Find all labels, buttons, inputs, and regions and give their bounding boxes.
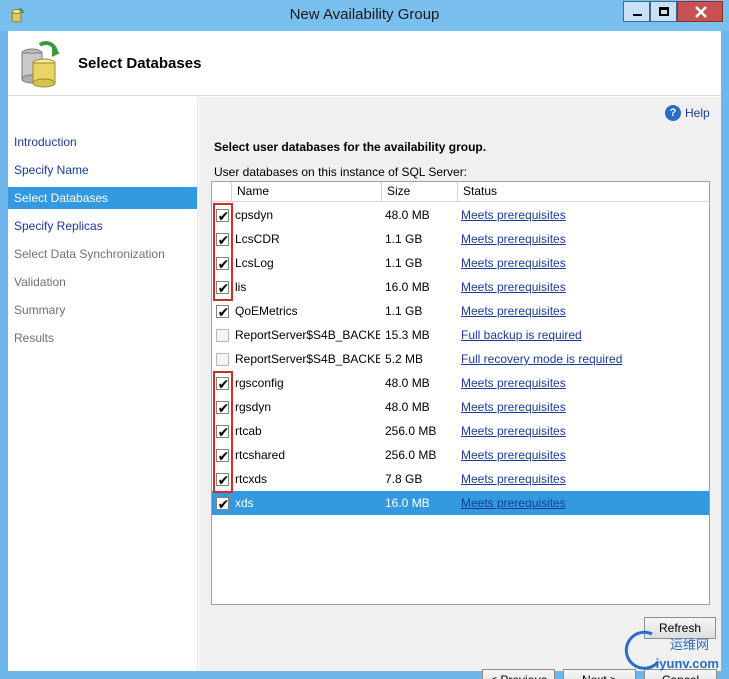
checkmark-icon: ✔ bbox=[217, 496, 230, 512]
database-size: 48.0 MB bbox=[385, 208, 430, 222]
status-link[interactable]: Meets prerequisites bbox=[461, 275, 566, 299]
database-name: rgsconfig bbox=[235, 376, 284, 390]
status-link[interactable]: Meets prerequisites bbox=[461, 227, 566, 251]
maximize-icon bbox=[659, 7, 669, 16]
table-row[interactable]: ReportServer$S4B_BACKE... 5.2 MB Full reco… bbox=[212, 347, 709, 371]
status-link[interactable]: Meets prerequisites bbox=[461, 299, 566, 323]
row-checkbox[interactable]: ✔ bbox=[216, 304, 229, 320]
page-title: Select Databases bbox=[78, 55, 202, 72]
watermark-text-cn: 运维网 bbox=[669, 637, 709, 652]
database-name: ReportServer$S4B_BACKE... bbox=[235, 352, 380, 366]
database-list-caption: User databases on this instance of SQL S… bbox=[214, 165, 468, 179]
wizard-main-panel: ? Help Select user databases for the ava… bbox=[199, 97, 721, 679]
column-header-name[interactable]: Name bbox=[232, 182, 382, 201]
nav-item-specify-replicas[interactable]: Specify Replicas bbox=[8, 215, 197, 237]
nav-item-results: Results bbox=[14, 331, 55, 345]
database-size: 7.8 GB bbox=[385, 472, 423, 486]
nav-item-validation: Validation bbox=[14, 275, 66, 289]
database-name: lis bbox=[235, 280, 247, 294]
table-row[interactable]: ✔ QoEMetrics 1.1 GB Meets prerequisites bbox=[212, 299, 709, 323]
table-row[interactable]: ✔ lis 16.0 MB Meets prerequisites bbox=[212, 275, 709, 299]
close-button[interactable] bbox=[677, 1, 723, 22]
table-row[interactable]: ✔ rgsconfig 48.0 MB Meets prerequisites bbox=[212, 371, 709, 395]
close-icon bbox=[695, 6, 707, 18]
grid-header: Name Size Status bbox=[212, 182, 709, 202]
database-name: rtcxds bbox=[235, 472, 268, 486]
database-size: 16.0 MB bbox=[385, 496, 430, 510]
minimize-button[interactable] bbox=[623, 1, 650, 22]
checkmark-icon: ✔ bbox=[217, 304, 230, 320]
title-bar[interactable]: New Availability Group bbox=[0, 0, 729, 31]
row-checkbox[interactable] bbox=[216, 353, 229, 366]
wizard-client-area: Select Databases Introduction Specify Na… bbox=[8, 31, 721, 679]
minimize-icon bbox=[633, 14, 642, 16]
status-link[interactable]: Meets prerequisites bbox=[461, 203, 566, 227]
database-grid[interactable]: Name Size Status ✔ cpsdyn 48.0 MB Meets pre… bbox=[211, 181, 710, 605]
highlight-box-bottom bbox=[213, 371, 233, 493]
maximize-button[interactable] bbox=[650, 1, 677, 22]
column-header-size[interactable]: Size bbox=[382, 182, 458, 201]
column-header-check[interactable] bbox=[212, 182, 232, 201]
database-name: LcsCDR bbox=[235, 232, 280, 246]
database-name: rtcab bbox=[235, 424, 262, 438]
database-name: xds bbox=[235, 496, 254, 510]
database-name: rgsdyn bbox=[235, 400, 272, 414]
nav-item-summary: Summary bbox=[14, 303, 66, 317]
help-label: Help bbox=[685, 106, 710, 120]
table-row[interactable]: ✔ rtcxds 7.8 GB Meets prerequisites bbox=[212, 467, 709, 491]
database-name: rtcshared bbox=[235, 448, 286, 462]
database-name: QoEMetrics bbox=[235, 304, 298, 318]
nav-item-specify-name[interactable]: Specify Name bbox=[8, 159, 197, 181]
database-size: 256.0 MB bbox=[385, 448, 437, 462]
database-name: cpsdyn bbox=[235, 208, 274, 222]
database-size: 256.0 MB bbox=[385, 424, 437, 438]
database-icon bbox=[21, 41, 60, 88]
database-name: LcsLog bbox=[235, 256, 274, 270]
database-size: 16.0 MB bbox=[385, 280, 430, 294]
window-title: New Availability Group bbox=[289, 6, 440, 23]
row-checkbox[interactable]: ✔ bbox=[216, 496, 229, 512]
database-size: 48.0 MB bbox=[385, 400, 430, 414]
instruction-text: Select user databases for the availabili… bbox=[214, 140, 487, 154]
database-name: ReportServer$S4B_BACKE... bbox=[235, 328, 380, 342]
row-checkbox[interactable] bbox=[216, 329, 229, 342]
watermark-logo: 运维网 iyunv.com bbox=[622, 628, 729, 676]
database-size: 1.1 GB bbox=[385, 304, 423, 318]
nav-item-introduction[interactable]: Introduction bbox=[8, 131, 197, 153]
table-row[interactable]: ReportServer$S4B_BACKE... 15.3 MB Full bac… bbox=[212, 323, 709, 347]
status-link[interactable]: Full recovery mode is required bbox=[461, 347, 622, 371]
table-row[interactable]: ✔ xds 16.0 MB Meets prerequisites bbox=[212, 491, 709, 515]
wizard-nav: Introduction Specify Name Select Databas… bbox=[8, 97, 198, 671]
table-row[interactable]: ✔ rtcshared 256.0 MB Meets prerequisites bbox=[212, 443, 709, 467]
help-icon: ? bbox=[665, 105, 681, 121]
status-link[interactable]: Meets prerequisites bbox=[461, 395, 566, 419]
watermark-text: iyunv.com bbox=[655, 656, 719, 671]
table-row[interactable]: ✔ LcsCDR 1.1 GB Meets prerequisites bbox=[212, 227, 709, 251]
status-link[interactable]: Full backup is required bbox=[461, 323, 582, 347]
status-link[interactable]: Meets prerequisites bbox=[461, 371, 566, 395]
wizard-header: Select Databases bbox=[8, 31, 721, 96]
nav-item-select-data-synchronization: Select Data Synchronization bbox=[14, 247, 165, 261]
wizard-window: New Availability Group Select Databases … bbox=[0, 0, 729, 679]
database-size: 48.0 MB bbox=[385, 376, 430, 390]
database-size: 15.3 MB bbox=[385, 328, 430, 342]
nav-item-select-databases[interactable]: Select Databases bbox=[8, 187, 197, 209]
column-header-status[interactable]: Status bbox=[458, 182, 709, 201]
status-link[interactable]: Meets prerequisites bbox=[461, 491, 566, 515]
highlight-box-top bbox=[213, 203, 233, 301]
table-row[interactable]: ✔ rtcab 256.0 MB Meets prerequisites bbox=[212, 419, 709, 443]
status-link[interactable]: Meets prerequisites bbox=[461, 419, 566, 443]
database-size: 1.1 GB bbox=[385, 256, 423, 270]
status-link[interactable]: Meets prerequisites bbox=[461, 443, 566, 467]
database-size: 1.1 GB bbox=[385, 232, 423, 246]
status-link[interactable]: Meets prerequisites bbox=[461, 467, 566, 491]
previous-button[interactable]: < Previous bbox=[482, 669, 555, 679]
table-row[interactable]: ✔ rgsdyn 48.0 MB Meets prerequisites bbox=[212, 395, 709, 419]
database-size: 5.2 MB bbox=[385, 352, 424, 366]
status-link[interactable]: Meets prerequisites bbox=[461, 251, 566, 275]
table-row[interactable]: ✔ cpsdyn 48.0 MB Meets prerequisites bbox=[212, 203, 709, 227]
table-row[interactable]: ✔ LcsLog 1.1 GB Meets prerequisites bbox=[212, 251, 709, 275]
